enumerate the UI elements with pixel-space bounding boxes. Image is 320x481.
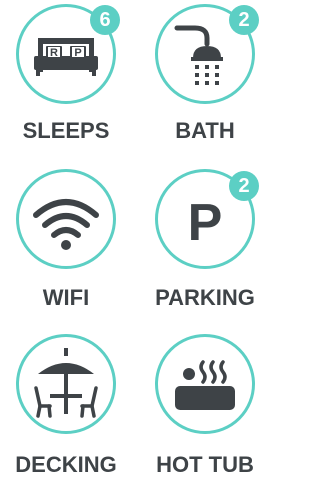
amenity-label: PARKING: [155, 285, 255, 310]
count-badge: 2: [229, 171, 259, 201]
amenity-label: BATH: [175, 118, 235, 143]
amenity-label: HOT TUB: [156, 452, 254, 477]
amenity-label: WIFI: [42, 285, 90, 310]
amenity-decking: DECKING: [10, 330, 130, 480]
amenity-label: DECKING: [15, 452, 117, 477]
bed-letter-left: R: [50, 47, 58, 59]
hot-tub-icon: [175, 360, 235, 410]
amenity-bath: 2 BATH: [149, 0, 269, 150]
amenity-parking: P 2 PARKING: [149, 165, 269, 315]
parking-letter: P: [188, 194, 223, 252]
count-badge: 2: [229, 5, 259, 35]
count-badge: 6: [90, 5, 120, 35]
wifi-icon: [33, 199, 99, 250]
amenity-wifi: WIFI: [10, 165, 130, 315]
amenity-sleeps: R P 6 SLEEPS: [10, 0, 130, 150]
amenity-label: SLEEPS: [22, 118, 110, 143]
amenity-hot-tub: HOT TUB: [149, 330, 269, 480]
patio-table-icon: [34, 348, 98, 418]
bed-letter-right: P: [74, 47, 81, 59]
